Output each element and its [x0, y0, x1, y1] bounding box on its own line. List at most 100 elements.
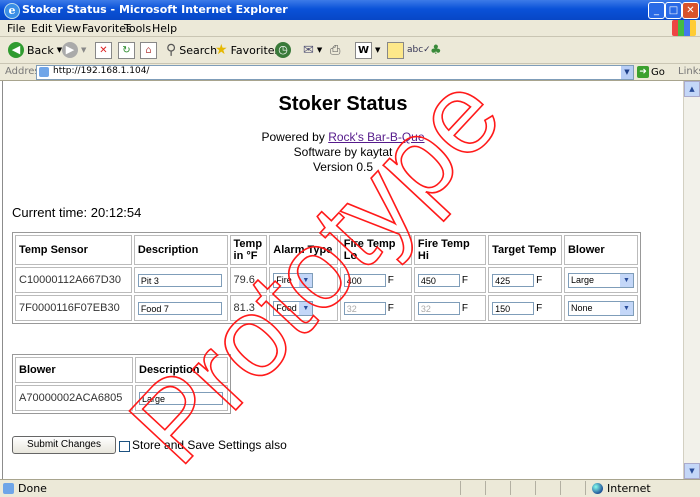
window-title: Stoker Status - Microsoft Internet Explo…: [22, 3, 288, 16]
address-input[interactable]: http://192.168.1.104/ ▼: [36, 65, 634, 80]
col-fire-temp-hi: Fire Temp Hi: [413, 235, 487, 265]
software-credit: Software by kaytat: [293, 145, 393, 159]
sensor-table: Temp Sensor Description Temp in °F Alarm…: [12, 232, 641, 324]
print-button[interactable]: ⎙: [330, 40, 340, 60]
go-arrow-icon: ➜: [637, 66, 649, 78]
store-settings-checkbox[interactable]: [119, 441, 130, 452]
col-fire-temp-lo: Fire Temp Lo: [339, 235, 412, 265]
col-description: Description: [133, 235, 228, 265]
chevron-down-icon: ▼: [316, 46, 323, 54]
submit-changes-button[interactable]: Submit Changes: [12, 436, 116, 454]
toolbar: ◀ Back ▼ ▶ ▼ ✕ ↻ ⌂ ⚲ Search ★ Favorites …: [0, 37, 700, 64]
security-zone: Internet: [592, 482, 651, 495]
links-button[interactable]: Links: [678, 66, 700, 77]
fire-temp-lo-input[interactable]: 32: [343, 301, 386, 315]
alarm-type-select[interactable]: Fire ▼: [273, 272, 314, 288]
search-icon: ⚲: [166, 42, 177, 58]
ie-icon: e: [4, 3, 20, 19]
col-target-temp: Target Temp: [488, 235, 562, 265]
page-content: Stoker Status Powered by Rock's Bar-B-Qu…: [2, 81, 683, 479]
history-button[interactable]: ◷: [275, 40, 291, 60]
back-button[interactable]: ◀ Back ▼: [8, 40, 62, 60]
target-temp-input[interactable]: 150: [492, 301, 535, 315]
chevron-down-icon: ▼: [299, 301, 313, 315]
col-blower: Blower: [563, 235, 638, 265]
menu-view[interactable]: View: [55, 22, 81, 35]
store-settings-label: Store and Save Settings also: [132, 438, 287, 452]
col-description: Description: [135, 357, 228, 383]
home-button[interactable]: ⌂: [140, 40, 157, 60]
sensor-id: C10000112A667D30: [15, 267, 132, 293]
history-icon: ◷: [275, 42, 291, 58]
forward-button[interactable]: ▶ ▼: [62, 40, 86, 60]
rocks-bbq-link[interactable]: Rock's Bar-B-Que: [328, 130, 424, 144]
home-icon: ⌂: [140, 41, 157, 59]
scroll-up-icon[interactable]: ▲: [684, 81, 700, 97]
forward-arrow-icon: ▶: [62, 42, 78, 58]
sensor-id: 7F0000116F07EB30: [15, 295, 132, 321]
table-row: 7F0000116F07EB30 Food 7 81.3 Food ▼ 32 F 3…: [15, 295, 638, 321]
table-header-row: Temp Sensor Description Temp in °F Alarm…: [15, 235, 638, 265]
version-text: Version 0.5: [312, 160, 374, 174]
blower-id: A70000002ACA6805: [15, 385, 133, 411]
stop-button[interactable]: ✕: [95, 40, 112, 60]
blower-select[interactable]: None ▼: [567, 300, 634, 316]
col-temp-sensor: Temp Sensor: [15, 235, 132, 265]
spellcheck-icon: abc✓: [407, 45, 431, 55]
close-button[interactable]: ✕: [682, 2, 699, 19]
status-bar: Done Internet: [0, 479, 700, 497]
blower-table: Blower Description A70000002ACA6805 Larg…: [12, 354, 231, 414]
col-temp: Temp in °F: [229, 235, 268, 265]
blower-description-input[interactable]: Large: [139, 391, 223, 405]
maximize-button[interactable]: □: [665, 2, 682, 19]
spellcheck-button[interactable]: abc✓: [407, 40, 431, 60]
description-input[interactable]: Food 7: [137, 301, 222, 315]
col-alarm-type: Alarm Type: [269, 235, 338, 265]
title-bar: e Stoker Status - Microsoft Internet Exp…: [0, 0, 700, 20]
note-icon: [387, 41, 404, 59]
fire-temp-lo-input[interactable]: 400: [343, 273, 386, 287]
favorites-button[interactable]: ★ Favorites: [215, 40, 280, 60]
menu-file[interactable]: File: [7, 22, 25, 35]
menu-tools[interactable]: Tools: [124, 22, 151, 35]
messenger-icon: ♣: [430, 42, 442, 58]
search-button[interactable]: ⚲ Search: [166, 40, 217, 60]
table-header-row: Blower Description: [15, 357, 228, 383]
windows-logo-icon: [672, 20, 696, 36]
fire-temp-hi-input[interactable]: 32: [417, 301, 460, 315]
target-temp-input[interactable]: 425: [492, 273, 535, 287]
description-input[interactable]: Pit 3: [137, 273, 222, 287]
temp-value: 81.3: [229, 295, 268, 321]
go-button[interactable]: ➜ Go: [637, 66, 665, 78]
vertical-scrollbar[interactable]: ▲ ▼: [683, 81, 700, 479]
col-blower: Blower: [15, 357, 133, 383]
menu-help[interactable]: Help: [152, 22, 177, 35]
mail-button[interactable]: ✉ ▼: [303, 40, 322, 60]
blower-select[interactable]: Large ▼: [567, 272, 634, 288]
scroll-down-icon[interactable]: ▼: [684, 463, 700, 479]
mail-icon: ✉: [303, 42, 314, 58]
menu-bar: File Edit View Favorites Tools Help: [0, 20, 700, 37]
stop-icon: ✕: [95, 41, 112, 59]
alarm-type-select[interactable]: Food ▼: [273, 300, 314, 316]
star-icon: ★: [215, 42, 228, 58]
page-done-icon: [3, 483, 14, 494]
status-text: Done: [18, 482, 47, 495]
chevron-down-icon: ▼: [619, 301, 633, 315]
current-time: Current time: 20:12:54: [12, 205, 142, 220]
address-bar: Address http://192.168.1.104/ ▼ ➜ Go Lin…: [0, 64, 700, 81]
chevron-down-icon: ▼: [619, 273, 633, 287]
fire-temp-hi-input[interactable]: 450: [417, 273, 460, 287]
page-icon: [39, 67, 49, 77]
discuss-button[interactable]: [387, 40, 404, 60]
refresh-button[interactable]: ↻: [118, 40, 135, 60]
chevron-down-icon[interactable]: ▼: [621, 66, 633, 79]
menu-edit[interactable]: Edit: [31, 22, 52, 35]
messenger-button[interactable]: ♣: [430, 40, 442, 60]
edit-button[interactable]: W ▼: [355, 40, 380, 60]
temp-value: 79.6: [229, 267, 268, 293]
minimize-button[interactable]: _: [648, 2, 665, 19]
chevron-down-icon: ▼: [81, 46, 87, 54]
printer-icon: ⎙: [330, 42, 341, 58]
powered-by-line: Powered by Rock's Bar-B-Que: [261, 130, 425, 144]
